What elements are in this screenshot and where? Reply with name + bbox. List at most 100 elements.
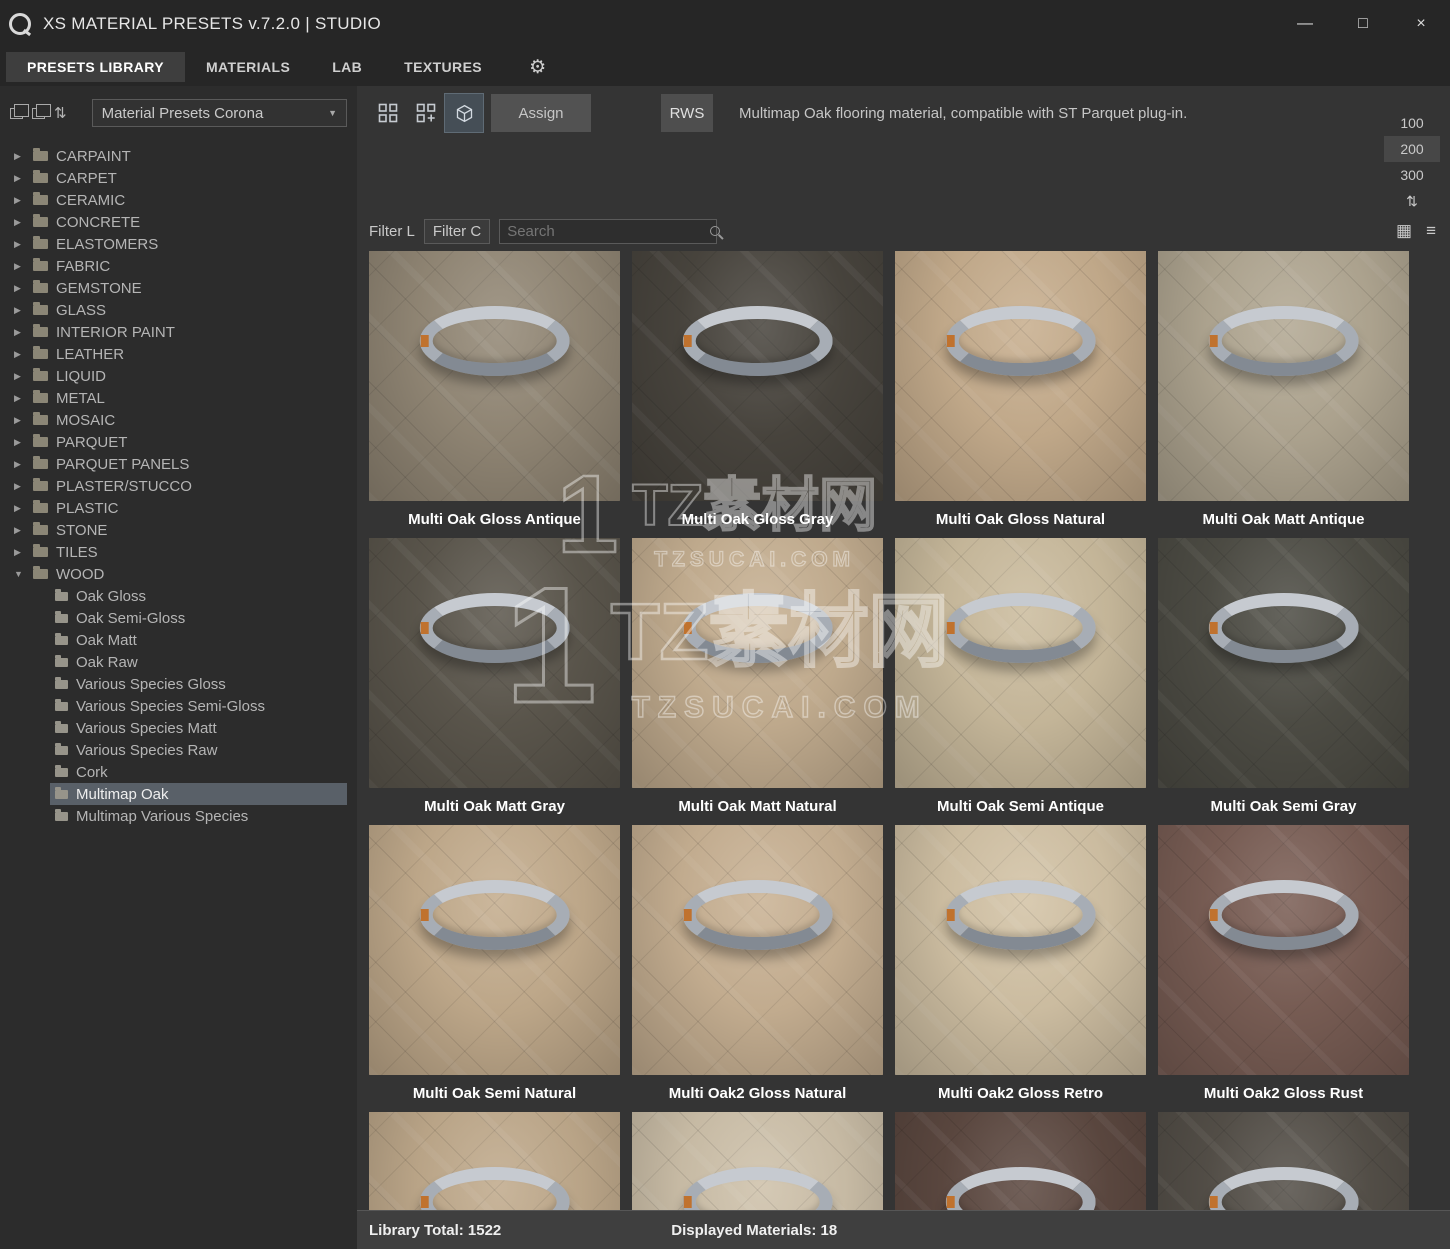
material-card[interactable]: Multi Oak2 Gloss Retro (895, 825, 1146, 1112)
sidebar-folder-plastic[interactable]: ▶ PLASTIC (0, 497, 357, 519)
search-box[interactable] (499, 219, 717, 244)
sidebar-folder-plaster-stucco[interactable]: ▶PLASTER/STUCCO (0, 475, 357, 497)
caret-right-icon[interactable]: ▶ (14, 173, 25, 184)
minimize-button[interactable]: — (1276, 0, 1334, 48)
caret-right-icon[interactable]: ▶ (14, 305, 25, 316)
sidebar-folder-parquet[interactable]: ▶PARQUET (0, 431, 357, 453)
expand-all-icon[interactable] (10, 108, 23, 119)
material-card[interactable]: Multi Oak Semi Gray (1158, 538, 1409, 825)
material-preview-button[interactable] (445, 94, 483, 132)
caret-right-icon[interactable]: ▶ (14, 393, 25, 404)
material-card[interactable]: Multi Oak Semi Antique (895, 538, 1146, 825)
caret-right-icon[interactable]: ▶ (14, 217, 25, 228)
material-card[interactable] (632, 1112, 883, 1210)
caret-right-icon[interactable]: ▶ (14, 327, 25, 338)
add-material-button[interactable] (407, 94, 445, 132)
child-label: Various Species Gloss (76, 676, 226, 693)
sidebar-folder-elastomers[interactable]: ▶ ELASTOMERS (0, 233, 357, 255)
sidebar-item-oak-raw[interactable]: Oak Raw (0, 651, 357, 673)
folder-label: PLASTIC (56, 500, 119, 517)
size-option-100[interactable]: 100 (1384, 110, 1440, 136)
material-card[interactable]: Multi Oak Semi Natural (369, 825, 620, 1112)
sidebar-folder-metal[interactable]: ▶METAL (0, 387, 357, 409)
caret-right-icon[interactable]: ▶ (14, 261, 25, 272)
sidebar-folder-fabric[interactable]: ▶FABRIC (0, 255, 357, 277)
filter-library-label[interactable]: Filter L (369, 223, 415, 240)
sidebar-folder-carpet[interactable]: ▶ CARPET (0, 167, 357, 189)
sidebar-folder-concrete[interactable]: ▶CONCRETE (0, 211, 357, 233)
caret-right-icon[interactable]: ▶ (14, 503, 25, 514)
close-button[interactable]: × (1392, 0, 1450, 48)
list-view-icon[interactable]: ≡ (1426, 221, 1436, 241)
assign-button[interactable]: Assign (491, 94, 591, 132)
sidebar-folder-wood[interactable]: ▼WOOD (0, 563, 357, 585)
sidebar-item-various-species-matt[interactable]: Various Species Matt (0, 717, 357, 739)
sidebar-folder-gemstone[interactable]: ▶GEMSTONE (0, 277, 357, 299)
material-card[interactable]: Multi Oak Gloss Gray (632, 251, 883, 538)
folder-icon (33, 173, 48, 183)
thumbnail-view-button[interactable] (369, 94, 407, 132)
caret-right-icon[interactable]: ▶ (14, 151, 25, 162)
sidebar-folder-stone[interactable]: ▶STONE (0, 519, 357, 541)
material-card[interactable] (1158, 1112, 1409, 1210)
size-option-200[interactable]: 200 (1384, 136, 1440, 162)
caret-down-icon[interactable]: ▼ (14, 569, 25, 579)
grid-view-icon[interactable]: ▦ (1396, 221, 1412, 241)
sidebar-folder-liquid[interactable]: ▶ LIQUID (0, 365, 357, 387)
material-card[interactable]: Multi Oak Matt Gray (369, 538, 620, 825)
collapse-all-icon[interactable] (32, 108, 45, 119)
sidebar-item-oak-semi-gloss[interactable]: Oak Semi-Gloss (0, 607, 357, 629)
folder-label: CARPET (56, 170, 117, 187)
folder-label: ELASTOMERS (56, 236, 158, 253)
folder-label: LIQUID (56, 368, 106, 385)
caret-right-icon[interactable]: ▶ (14, 195, 25, 206)
caret-right-icon[interactable]: ▶ (14, 371, 25, 382)
caret-right-icon[interactable]: ▶ (14, 437, 25, 448)
caret-right-icon[interactable]: ▶ (14, 547, 25, 558)
sidebar-folder-leather[interactable]: ▶LEATHER (0, 343, 357, 365)
caret-right-icon[interactable]: ▶ (14, 239, 25, 250)
tab-materials[interactable]: MATERIALS (185, 52, 311, 82)
material-card[interactable] (895, 1112, 1146, 1210)
sidebar-sort-icon[interactable]: ⇅ (54, 104, 67, 122)
caret-right-icon[interactable]: ▶ (14, 349, 25, 360)
tab-presets-library[interactable]: PRESETS LIBRARY (6, 52, 185, 82)
filter-category-button[interactable]: Filter C (424, 219, 490, 244)
maximize-button[interactable]: □ (1334, 0, 1392, 48)
settings-gear-icon[interactable]: ⚙ (529, 56, 546, 79)
caret-right-icon[interactable]: ▶ (14, 459, 25, 470)
sidebar-item-cork[interactable]: Cork (0, 761, 357, 783)
sidebar-item-multimap-various-species[interactable]: Multimap Various Species (0, 805, 357, 827)
sidebar-item-various-species-raw[interactable]: Various Species Raw (0, 739, 357, 761)
sidebar-folder-ceramic[interactable]: ▶CERAMIC (0, 189, 357, 211)
sidebar-folder-glass[interactable]: ▶GLASS (0, 299, 357, 321)
tab-textures[interactable]: TEXTURES (383, 52, 503, 82)
sidebar-item-oak-gloss[interactable]: Oak Gloss (0, 585, 357, 607)
material-card[interactable]: Multi Oak Matt Natural (632, 538, 883, 825)
sidebar-item-various-species-semi-gloss[interactable]: Various Species Semi-Gloss (0, 695, 357, 717)
sort-order-icon[interactable]: ⇅ (1384, 188, 1440, 214)
material-card[interactable] (369, 1112, 620, 1210)
sidebar-folder-interior-paint[interactable]: ▶INTERIOR PAINT (0, 321, 357, 343)
sidebar-item-various-species-gloss[interactable]: Various Species Gloss (0, 673, 357, 695)
sidebar-folder-mosaic[interactable]: ▶MOSAIC (0, 409, 357, 431)
sidebar-item-multimap-oak[interactable]: Multimap Oak (50, 783, 347, 805)
material-card[interactable]: Multi Oak Gloss Antique (369, 251, 620, 538)
tab-lab[interactable]: LAB (311, 52, 383, 82)
material-card[interactable]: Multi Oak2 Gloss Natural (632, 825, 883, 1112)
material-card[interactable]: Multi Oak Matt Antique (1158, 251, 1409, 538)
search-input[interactable] (507, 223, 706, 240)
library-select-dropdown[interactable]: Material Presets Corona ▼ (92, 99, 347, 127)
sidebar-folder-carpaint[interactable]: ▶CARPAINT (0, 145, 357, 167)
rws-button[interactable]: RWS (661, 94, 713, 132)
sidebar-folder-parquet-panels[interactable]: ▶PARQUET PANELS (0, 453, 357, 475)
sidebar-item-oak-matt[interactable]: Oak Matt (0, 629, 357, 651)
caret-right-icon[interactable]: ▶ (14, 283, 25, 294)
material-card[interactable]: Multi Oak2 Gloss Rust (1158, 825, 1409, 1112)
caret-right-icon[interactable]: ▶ (14, 525, 25, 536)
material-card[interactable]: Multi Oak Gloss Natural (895, 251, 1146, 538)
caret-right-icon[interactable]: ▶ (14, 415, 25, 426)
sidebar-folder-tiles[interactable]: ▶TILES (0, 541, 357, 563)
caret-right-icon[interactable]: ▶ (14, 481, 25, 492)
size-option-300[interactable]: 300 (1384, 162, 1440, 188)
